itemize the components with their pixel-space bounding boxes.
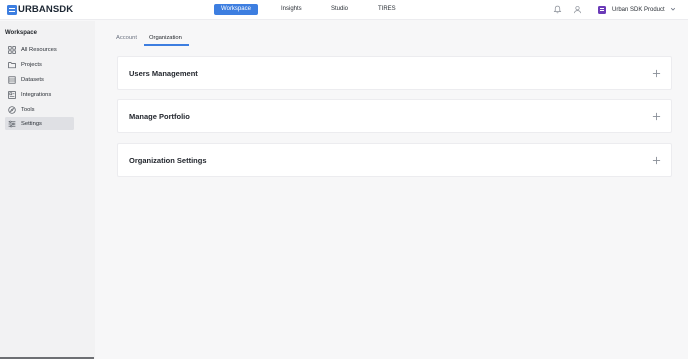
nav-studio[interactable]: Studio: [331, 4, 348, 15]
product-name: Urban SDK Product: [612, 6, 665, 13]
sidebar-item-integrations[interactable]: Integrations: [5, 88, 74, 101]
plus-icon[interactable]: [652, 112, 661, 121]
chevron-down-icon: [670, 7, 676, 11]
sidebar-item-projects[interactable]: Projects: [5, 58, 74, 71]
panel-title: Manage Portfolio: [129, 112, 190, 121]
sidebar-heading: Workspace: [5, 30, 37, 36]
plug-icon: [8, 90, 16, 99]
panel-organization-settings[interactable]: Organization Settings: [117, 143, 672, 177]
product-switcher[interactable]: Urban SDK Product: [594, 3, 680, 16]
logo-text-sdk: SDK: [52, 4, 74, 15]
active-tab-indicator: [144, 44, 189, 46]
sliders-icon: [8, 120, 16, 127]
sidebar-item-label: Datasets: [21, 76, 44, 83]
logo[interactable]: URBAN SDK: [7, 5, 73, 15]
sidebar-item-settings[interactable]: Settings: [5, 117, 74, 130]
plus-icon[interactable]: [652, 69, 661, 78]
sidebar-item-label: Tools: [21, 106, 35, 113]
sidebar-item-label: Projects: [21, 61, 42, 68]
panel-users-management[interactable]: Users Management: [117, 56, 672, 90]
plus-icon[interactable]: [652, 156, 661, 165]
logo-mark-icon: [7, 5, 17, 15]
sidebar-item-label: All Resources: [21, 46, 57, 53]
sidebar-item-all-resources[interactable]: All Resources: [5, 43, 74, 56]
compass-icon: [8, 105, 16, 114]
logo-text-urban: URBAN: [18, 4, 53, 15]
nav-tires[interactable]: TIRES: [378, 4, 396, 15]
nav-workspace[interactable]: Workspace: [214, 4, 258, 15]
grid-icon: [8, 45, 16, 54]
panel-title: Organization Settings: [129, 156, 207, 165]
tab-account[interactable]: Account: [116, 34, 137, 42]
bell-icon[interactable]: [553, 5, 562, 14]
sidebar: Workspace All Resources Projects Dataset…: [0, 21, 95, 359]
nav-insights[interactable]: Insights: [281, 4, 302, 15]
tab-organization[interactable]: Organization: [149, 34, 182, 42]
user-icon[interactable]: [573, 5, 582, 14]
panel-manage-portfolio[interactable]: Manage Portfolio: [117, 99, 672, 133]
folder-icon: [8, 61, 16, 68]
sidebar-item-datasets[interactable]: Datasets: [5, 73, 74, 86]
panel-title: Users Management: [129, 69, 198, 78]
top-bar: URBAN SDK Workspace Insights Studio TIRES…: [0, 0, 688, 20]
product-badge-icon: [598, 5, 606, 14]
database-icon: [8, 75, 16, 84]
sidebar-item-label: Integrations: [21, 91, 52, 98]
sidebar-item-label: Settings: [21, 120, 42, 127]
sidebar-item-tools[interactable]: Tools: [5, 103, 74, 116]
